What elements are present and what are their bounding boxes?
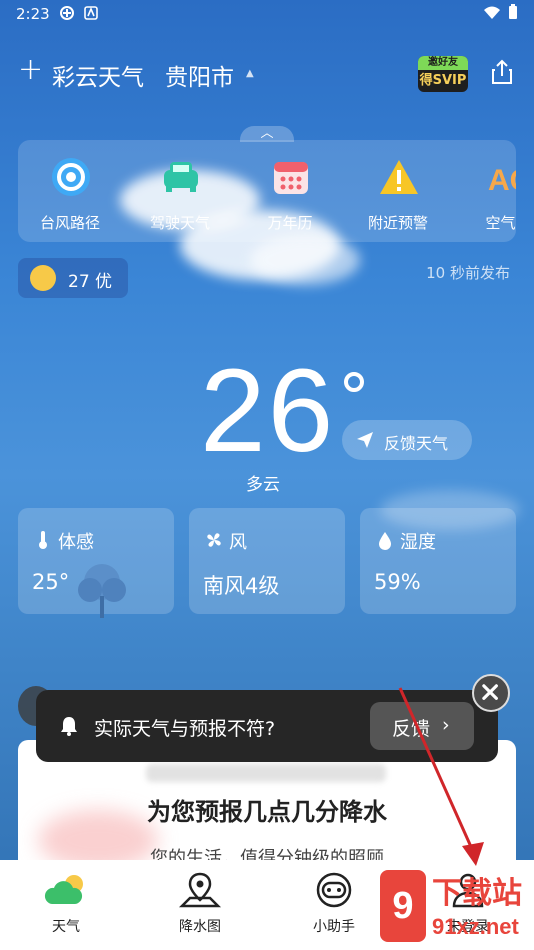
tool-label: 附近预警	[367, 214, 428, 232]
watermark-line1: 下载站	[432, 876, 522, 911]
feedback-weather-button[interactable]: 反馈天气	[342, 420, 472, 460]
tool-warning[interactable]: 附近预警	[348, 140, 448, 242]
watermark-line2: 91xz.net	[432, 914, 519, 939]
toast-feedback-label: 反馈	[392, 718, 431, 740]
watermark-logo: 9	[380, 870, 426, 942]
nav-label: 天气	[52, 919, 80, 935]
wifi-icon	[484, 6, 500, 19]
tool-label: 台风路径	[39, 214, 100, 232]
add-city-button[interactable]: +	[18, 55, 43, 85]
degree-symbol	[344, 372, 364, 392]
bell-icon	[61, 717, 77, 736]
air-quality-icon: AQ	[488, 164, 516, 197]
cloud-decoration	[250, 235, 360, 285]
weather-icon	[44, 875, 83, 904]
tree-decoration	[78, 564, 126, 618]
publish-time: 10 秒前发布	[426, 264, 510, 282]
app-title: 彩云天气	[52, 65, 144, 91]
chevron-right-icon: ›	[442, 714, 450, 736]
status-time: 2:23	[16, 5, 50, 23]
card-value: 59%	[374, 570, 421, 594]
smiley-icon	[30, 265, 56, 291]
quick-tools-bar: 台风路径 驾驶天气 万年历 附近预警 AQ 空气质	[18, 140, 516, 242]
calendar-icon	[274, 162, 308, 194]
card-value: 南风4级	[203, 574, 280, 598]
notification-icon	[84, 6, 98, 20]
typhoon-icon	[52, 158, 90, 196]
thermometer-icon	[39, 531, 47, 549]
aqi-value: 27 优	[68, 272, 113, 292]
vip-badge-bottom: 得SVIP	[419, 73, 467, 88]
tool-driving[interactable]: 驾驶天气	[130, 140, 230, 242]
aqi-chip[interactable]: 27 优	[18, 258, 128, 298]
tool-calendar[interactable]: 万年历	[240, 140, 340, 242]
card-wind[interactable]: 风 南风4级	[189, 508, 345, 614]
app-status-icon	[60, 6, 74, 20]
card-label: 湿度	[400, 532, 436, 553]
share-icon[interactable]	[488, 58, 516, 86]
nav-weather[interactable]: 天气	[6, 860, 126, 950]
weather-condition: 多云	[246, 475, 280, 495]
nav-precipitation-map[interactable]: 降水图	[140, 860, 260, 950]
card-label: 风	[229, 532, 247, 553]
map-pin-icon	[178, 872, 222, 908]
fan-icon	[207, 533, 221, 547]
current-temperature: 26	[200, 345, 336, 477]
status-bar: 2:23	[0, 0, 534, 28]
assistant-icon	[316, 872, 352, 908]
tool-typhoon[interactable]: 台风路径	[20, 140, 120, 242]
card-value: 25°	[32, 570, 70, 594]
vip-badge-top: 邀好友	[418, 56, 468, 70]
caret-down-icon: ▲	[246, 68, 254, 79]
promo-heading: 为您预报几点几分降水	[147, 798, 387, 826]
tool-air-quality[interactable]: AQ 空气质	[458, 140, 516, 242]
card-label: 体感	[58, 532, 94, 553]
city-selector[interactable]: 贵阳市	[165, 58, 234, 92]
card-humidity[interactable]: 湿度 59%	[360, 508, 516, 614]
close-icon[interactable]	[472, 674, 510, 712]
toast-feedback-button[interactable]: 反馈 ›	[370, 702, 474, 750]
battery-icon	[509, 4, 517, 19]
car-icon	[164, 162, 198, 192]
nav-label: 降水图	[179, 919, 221, 935]
feedback-toast: 实际天气与预报不符? 反馈 ›	[36, 690, 498, 762]
toast-message: 实际天气与预报不符?	[94, 718, 276, 740]
watermark: 9 下载站 91xz.net	[370, 864, 534, 950]
warning-icon	[380, 160, 418, 194]
invite-vip-badge[interactable]: 邀好友 得SVIP	[418, 56, 468, 92]
tool-label: 驾驶天气	[149, 214, 210, 232]
blurred-text	[146, 764, 386, 782]
droplet-icon	[379, 532, 391, 550]
feedback-weather-label: 反馈天气	[384, 434, 449, 453]
svg-text:AQ: AQ	[488, 164, 516, 197]
tool-label: 空气质	[485, 214, 516, 232]
app-header: + 彩云天气 贵阳市 ▲ 邀好友 得SVIP	[0, 44, 534, 100]
send-icon	[357, 432, 373, 448]
tool-label: 万年历	[267, 214, 313, 232]
